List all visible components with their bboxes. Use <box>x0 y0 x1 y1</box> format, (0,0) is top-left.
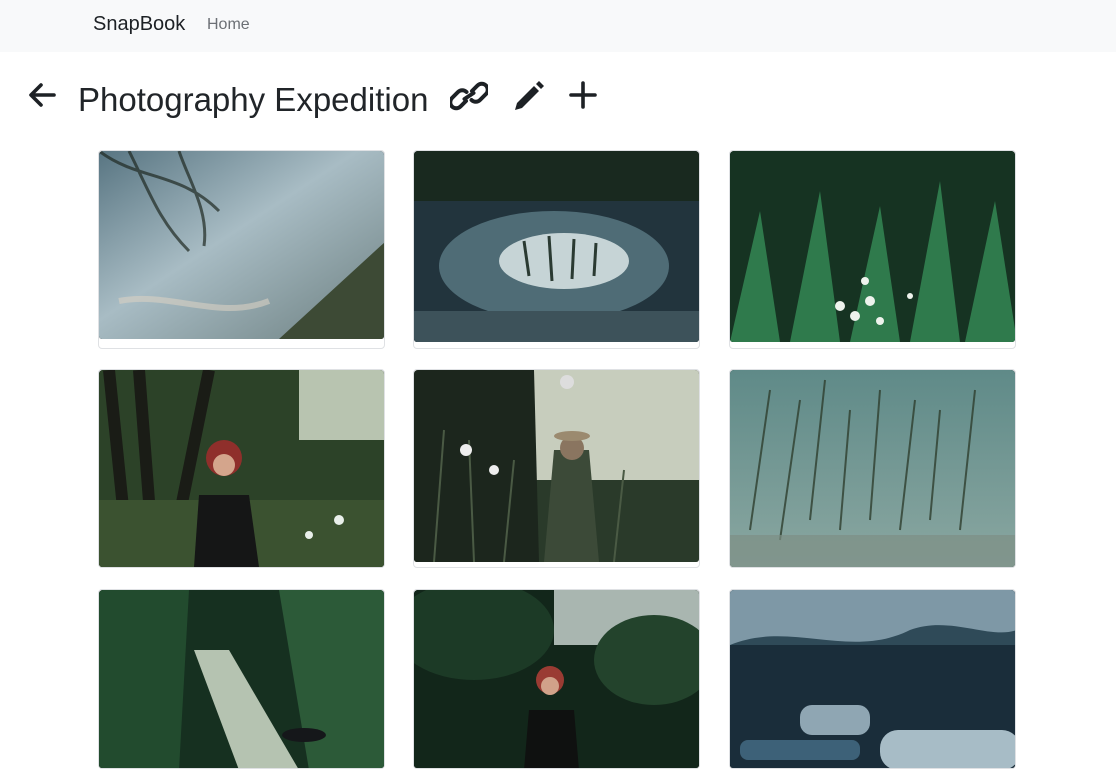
photo-thumbnail <box>99 151 384 339</box>
photo-thumbnail <box>99 370 384 567</box>
photo-thumbnail <box>730 151 1015 342</box>
photo-card[interactable] <box>413 150 700 349</box>
photo-thumbnail <box>730 370 1015 567</box>
photo-thumbnail <box>730 590 1015 768</box>
photo-card[interactable] <box>413 369 700 568</box>
photo-card[interactable] <box>98 150 385 349</box>
photo-card[interactable] <box>413 589 700 769</box>
photo-thumbnail <box>414 151 699 342</box>
photo-thumbnail <box>414 590 699 768</box>
photo-card[interactable] <box>98 369 385 568</box>
photo-card[interactable] <box>729 369 1016 568</box>
photo-grid <box>0 0 1116 769</box>
photo-card[interactable] <box>98 589 385 769</box>
photo-thumbnail <box>414 370 699 562</box>
photo-card[interactable] <box>729 589 1016 769</box>
photo-card[interactable] <box>729 150 1016 349</box>
photo-thumbnail <box>99 590 384 768</box>
